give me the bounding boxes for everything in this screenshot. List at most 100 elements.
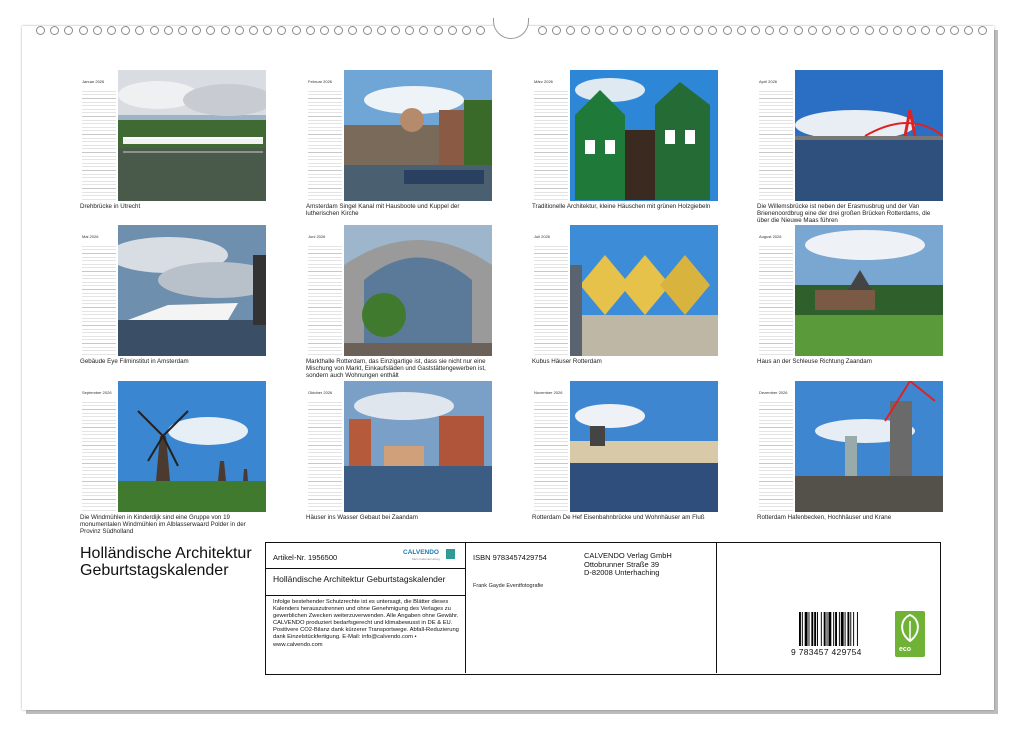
divider [266,568,465,569]
binding-ring [651,26,661,35]
day-lines [534,243,568,355]
month-label: Juli 2026 [534,234,551,239]
photo-caption: Die Windmühlen in Kinderdijk sind eine G… [80,514,246,535]
binding-ring [964,26,973,35]
binding-ring [921,26,931,35]
binding-ring [348,26,358,35]
binding-ring [751,26,760,35]
month-photo [570,381,718,512]
windmills-photo [118,381,266,512]
month-label: März 2026 [534,79,553,84]
divider [266,595,465,596]
photo-caption: Amsterdam Singel Kanal mit Hausboote und… [306,203,460,217]
markthal-photo [344,225,492,356]
publisher-address: CALVENDO Verlag GmbH Ottobrunner Straße … [584,551,672,578]
barcode-number: 9 783457 429754 [791,647,862,657]
info-box: Artikel-Nr. 1956500 CALVENDO Mein Kalend… [265,542,941,675]
author: Frank Gayde Eventfotografie [473,583,544,589]
month-label: Februar 2026 [308,79,333,84]
mini-calendar: Dezember 2026 [757,381,793,512]
photo-caption: Traditionelle Architektur, kleine Häusch… [532,203,711,210]
info-column-product: Artikel-Nr. 1956500 CALVENDO Mein Kalend… [266,543,466,673]
photo-caption: Drehbrücke in Utrecht [80,203,141,210]
binding-ring [206,26,216,35]
month-label: September 2026 [82,390,112,395]
binding-ring [78,26,88,35]
mini-calendar: August 2026 [757,225,793,356]
binding-ring [135,26,145,35]
leaf-icon [901,613,919,643]
photo-caption: Rotterdam De Hef Eisenbahnbrücke und Woh… [532,514,705,521]
binding-ring [405,26,415,35]
binding-ring [807,26,817,35]
binding-ring [476,26,486,35]
month-photo [795,225,943,356]
month-photo [118,381,266,512]
day-lines [308,243,342,355]
month-photo [344,225,492,356]
mini-calendar: Februar 2026 [306,70,342,201]
lawn-photo [795,225,943,356]
photo-caption: Rotterdam Hafenbecken, Hochhäuser und Kr… [757,514,892,521]
month-photo [570,225,718,356]
binding-ring [277,26,287,35]
binding-ring [594,26,604,35]
binding-ring [793,26,803,35]
binding-ring [736,26,746,35]
binding-ring [234,26,244,35]
riverside-photo [570,381,718,512]
mini-calendar: Juli 2026 [532,225,568,356]
binding-ring [220,26,230,35]
waterhouses-photo [344,381,492,512]
day-lines [534,88,568,200]
month-label: Juni 2026 [308,234,326,239]
binding-ring [391,26,400,35]
mini-calendar: Juni 2026 [306,225,342,356]
bridge-photo [118,70,266,201]
binding-ring [462,26,471,35]
day-lines [82,399,116,511]
binding-ring [334,26,344,35]
binding-ring [192,26,202,35]
photo-caption: Die Willemsbrücke ist neben der Erasmusb… [757,203,931,224]
binding-ring [822,26,831,35]
skyline-photo [795,381,943,512]
isbn: ISBN 9783457429754 [473,553,547,562]
cubes-photo [570,225,718,356]
binding-ring [163,26,173,35]
binding-ring [64,26,74,35]
photo-caption: Gebäude Eye Filminstitut in Amsterdam [80,358,189,365]
binding-ring [694,26,704,35]
binding-ring [92,26,102,35]
binding-ring [263,26,273,35]
binding-ring [36,26,45,35]
month-photo [118,70,266,201]
month-photo [344,381,492,512]
binding-ring [376,26,386,35]
month-label: Januar 2026 [82,79,105,84]
binding-ring [779,26,789,35]
eco-label: eco [899,646,912,653]
binding-ring [538,26,547,35]
calvendo-logo-icon [446,549,455,559]
binding-ring [320,26,329,35]
binding-ring [580,26,590,35]
binding-ring [864,26,874,35]
binding-ring [305,26,315,35]
binding-ring [50,26,60,35]
info-column-barcode: 9 783457 429754 eco [717,543,939,673]
month-label: Oktober 2026 [308,390,333,395]
binding-ring [623,26,633,35]
binding-ring [665,26,675,35]
month-photo [570,70,718,201]
month-photo [118,225,266,356]
month-label: November 2026 [534,390,563,395]
binding-ring [609,26,618,35]
mini-calendar: Oktober 2026 [306,381,342,512]
day-lines [82,243,116,355]
binding-ring [149,26,159,35]
month-photo [795,70,943,201]
photo-caption: Haus an der Schleuse Richtung Zaandam [757,358,872,365]
day-lines [759,88,793,200]
publisher-city: D-82008 Unterhaching [584,568,660,577]
